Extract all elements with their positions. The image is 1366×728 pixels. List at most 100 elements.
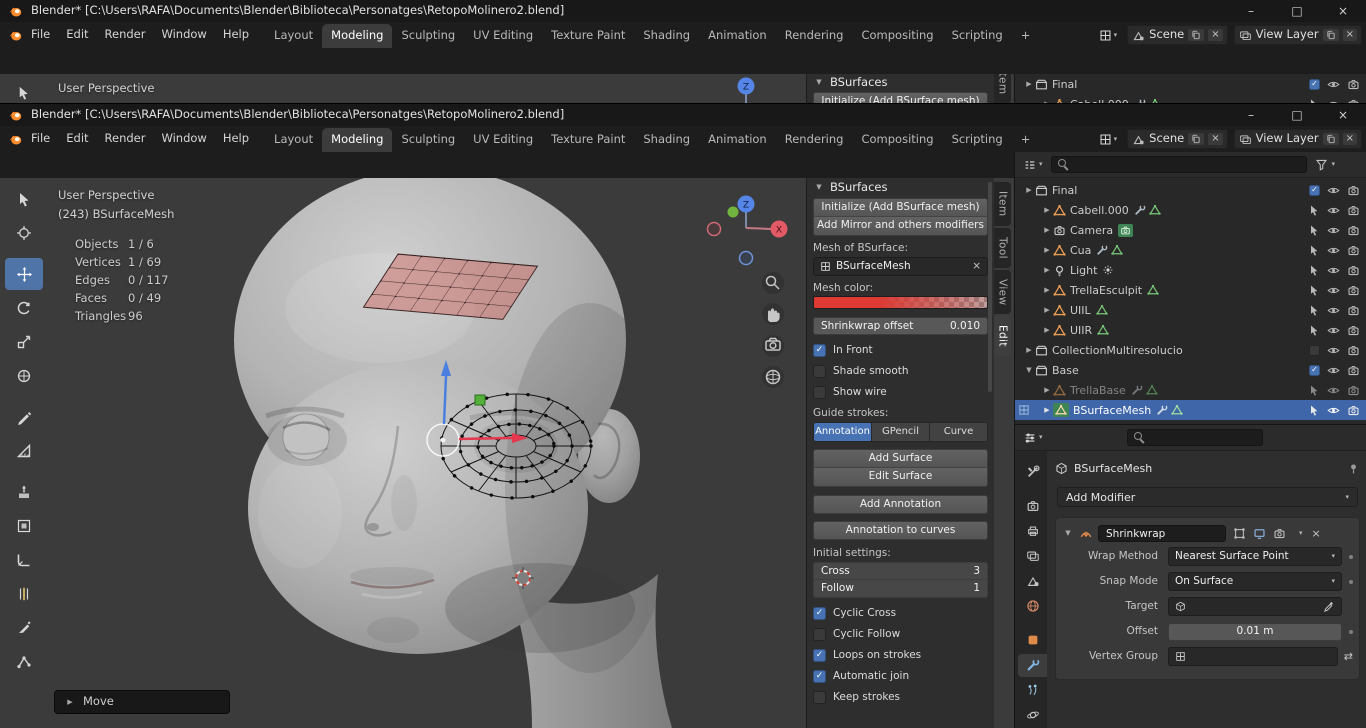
tab-output[interactable] [1018,519,1047,542]
menu-file[interactable]: File [23,25,58,45]
sidebar-tab-view[interactable]: View [994,270,1011,315]
menu-window[interactable]: Window [153,25,214,45]
disclosure-icon[interactable]: ▼ [813,79,825,86]
sidebar-tab-item[interactable]: Item [994,182,1011,226]
tab-shading[interactable]: Shading [634,128,699,153]
loop-cut-tool-button[interactable] [5,578,43,610]
eye-icon[interactable] [1327,324,1340,337]
camera-icon[interactable] [1347,384,1360,397]
bsurface-mesh-field[interactable]: BSurfaceMesh × [813,257,988,276]
knife-tool-button[interactable] [5,612,43,644]
tab-scripting[interactable]: Scripting [943,128,1012,153]
outliner-row[interactable]: ▶ Light [1015,260,1366,280]
shrinkwrap-offset-slider[interactable]: Shrinkwrap offset0.010 [813,317,988,335]
scene-selector[interactable]: Scene × [1127,25,1227,45]
camera-icon[interactable] [1347,304,1360,317]
outliner-search[interactable] [1051,156,1307,173]
outliner-row[interactable]: ▶ Cabell.000 [1015,94,1366,104]
outliner-editor-type-button[interactable]: ▾ [1019,155,1047,175]
tab-scene[interactable] [1018,569,1047,592]
eyedropper-icon[interactable] [1323,601,1335,613]
sidebar-scrollbar[interactable] [988,182,992,392]
tab-compositing[interactable]: Compositing [852,128,942,153]
target-object-field[interactable] [1168,597,1342,616]
eye-icon[interactable] [1327,224,1340,237]
maximize-button[interactable]: □ [1274,0,1320,22]
tab-layout[interactable]: Layout [265,128,322,153]
shade-smooth-checkbox[interactable]: Shade smooth [813,364,988,379]
eye-icon[interactable] [1327,184,1340,197]
poly-build-tool-button[interactable] [5,646,43,678]
eye-icon[interactable] [1327,204,1340,217]
camera-icon[interactable] [1347,78,1360,91]
animate-dot[interactable] [1349,555,1353,559]
tab-tool[interactable] [1018,460,1047,483]
view-layer-selector[interactable]: View Layer × [1234,25,1362,45]
move-tool-button[interactable] [5,258,43,290]
edit-mode-display-toggle[interactable] [1233,527,1246,540]
editors-button[interactable]: ▾ [1095,25,1122,45]
remove-view-layer-button[interactable]: × [1343,29,1357,41]
view-layer-selector[interactable]: View Layer × [1234,129,1362,149]
wrap-method-dropdown[interactable]: Nearest Surface Point▾ [1168,547,1342,566]
tab-animation[interactable]: Animation [699,24,776,49]
eye-icon[interactable] [1327,284,1340,297]
offset-number-field[interactable]: 0.01 m [1168,623,1342,641]
rotate-tool-button[interactable] [5,292,43,324]
eye-icon[interactable] [1327,364,1340,377]
close-button[interactable]: × [1320,0,1366,22]
automatic-join-checkbox[interactable]: ✓Automatic join [813,669,988,684]
eye-icon[interactable] [1327,78,1340,91]
collection-checkbox[interactable]: ✓ [1309,185,1320,196]
blender-logo-icon[interactable] [8,132,23,147]
bevel-tool-button[interactable] [5,544,43,576]
selectable-icon[interactable] [1308,224,1320,236]
scene-selector[interactable]: Scene × [1127,129,1227,149]
eye-icon[interactable] [1327,304,1340,317]
render-display-toggle[interactable] [1273,527,1286,540]
tab-sculpting[interactable]: Sculpting [392,128,464,153]
outliner-row-selected[interactable]: ▶ BSurfaceMesh [1015,400,1366,420]
tab-modeling[interactable]: Modeling [322,24,392,49]
tab-view-layer[interactable] [1018,544,1047,567]
camera-icon[interactable] [1347,284,1360,297]
new-view-layer-button[interactable] [1323,133,1339,145]
outliner-row[interactable]: ▶ UIIL [1015,300,1366,320]
disclosure-icon[interactable]: ▼ [813,184,825,191]
cyclic-cross-checkbox[interactable]: ✓Cyclic Cross [813,606,988,621]
tab-texture-paint[interactable]: Texture Paint [542,24,634,49]
tab-uv-editing[interactable]: UV Editing [464,24,542,49]
zoom-button[interactable] [762,272,784,294]
selectable-icon[interactable] [1308,384,1320,396]
tab-uv-editing[interactable]: UV Editing [464,128,542,153]
collection-checkbox[interactable]: ✓ [1309,79,1320,90]
tab-modeling[interactable]: Modeling [322,128,392,153]
mesh-color-swatch[interactable] [813,296,988,309]
add-modifier-dropdown[interactable]: Add Modifier ▾ [1057,487,1358,507]
outliner-row[interactable]: ▶ TrellaBase [1015,380,1366,400]
tab-layout[interactable]: Layout [265,24,322,49]
cursor-tool-button[interactable] [5,217,43,249]
selectable-icon[interactable] [1308,264,1320,276]
unlink-scene-button[interactable]: × [1208,29,1222,41]
modifier-extras-button[interactable]: ▾ [1299,530,1303,537]
selectable-icon[interactable] [1308,324,1320,336]
extrude-tool-button[interactable] [5,476,43,508]
loops-on-strokes-checkbox[interactable]: ✓Loops on strokes [813,648,988,663]
remove-view-layer-button[interactable]: × [1343,133,1357,145]
guide-gpencil-option[interactable]: GPencil [872,423,930,441]
show-wire-checkbox[interactable]: Show wire [813,385,988,400]
camera-icon[interactable] [1347,244,1360,257]
sidebar-tab-item[interactable]: Item [994,74,1011,104]
close-button[interactable]: × [1320,104,1366,126]
selectable-icon[interactable] [1308,284,1320,296]
annotation-to-curves-button[interactable]: Annotation to curves [813,521,988,540]
maximize-button[interactable]: □ [1274,104,1320,126]
tab-sculpting[interactable]: Sculpting [392,24,464,49]
new-view-layer-button[interactable] [1323,29,1339,41]
camera-icon[interactable] [1347,204,1360,217]
properties-editor-type-button[interactable]: ▾ [1019,428,1047,448]
vertex-group-field[interactable] [1168,647,1338,666]
camera-icon[interactable] [1347,324,1360,337]
menu-help[interactable]: Help [215,25,257,45]
